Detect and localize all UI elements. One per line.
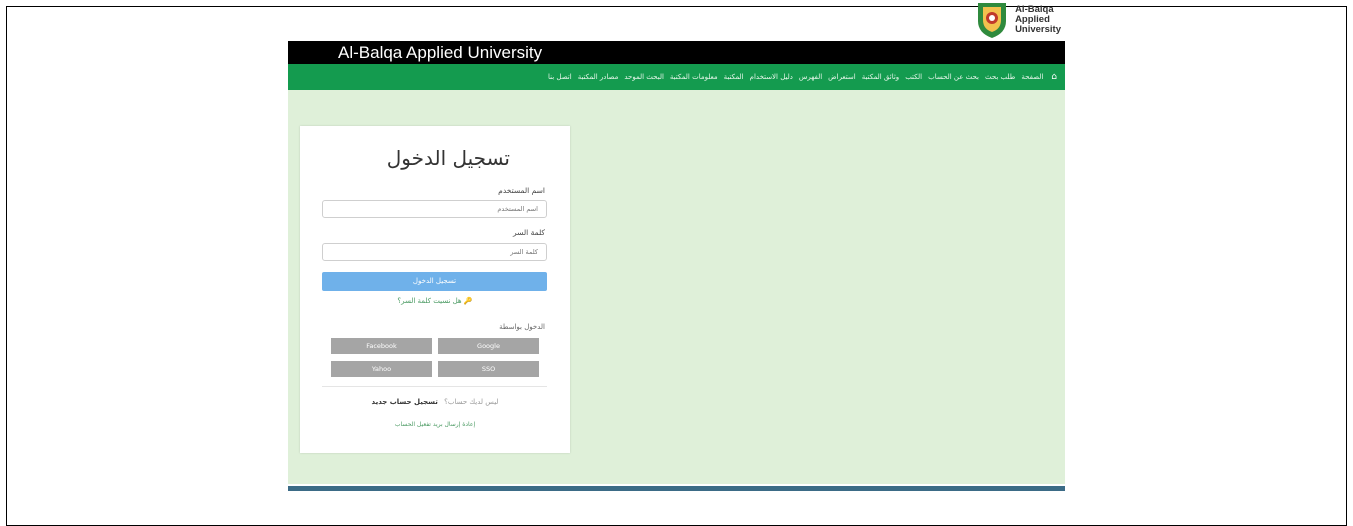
login-button[interactable]: تسجيل الدخول [322,272,547,291]
key-icon: 🔑 [463,297,473,305]
forgot-password-label: هل نسيت كلمة السر؟ [397,297,462,305]
register-link[interactable]: تسجيل حساب جديد [372,398,438,406]
nav-item-3[interactable]: بحث عن الحساب [928,73,979,81]
nav-item-13[interactable]: اتصل بنا [548,73,572,81]
nav-item-2[interactable]: طلب بحث [985,73,1015,81]
nav-item-8[interactable]: دليل الاستخدام [750,73,793,81]
google-label: Google [477,342,500,350]
nav-item-4[interactable]: الكتب [905,73,922,81]
password-input[interactable] [322,243,547,261]
main-navigation: ⌂ الصفحة طلب بحث بحث عن الحساب الكتب وثا… [288,64,1065,90]
nav-item-6[interactable]: استعراض [828,73,856,81]
nav-item-11[interactable]: البحث الموحد [624,73,664,81]
nav-item-7[interactable]: الفهرس [799,73,822,81]
nav-item-12[interactable]: مصادر المكتبة [578,73,619,81]
sso-login-button[interactable]: SSO [438,361,539,377]
forgot-password-link[interactable]: 🔑 هل نسيت كلمة السر؟ [300,297,570,305]
nav-item-1[interactable]: الصفحة [1021,73,1043,81]
password-label: كلمة السر [513,228,545,237]
no-account-text: ليس لديك حساب؟ [444,398,499,406]
nav-item-5[interactable]: وثائق المكتبة [862,73,899,81]
login-via-label: الدخول بواسطة [499,323,545,331]
logo-wordmark: Al-Balqa Applied University [1015,5,1061,35]
facebook-login-button[interactable]: Facebook [331,338,432,354]
username-input[interactable] [322,200,547,218]
sso-label: SSO [481,365,496,373]
nav-item-10[interactable]: معلومات المكتبة [670,73,718,81]
yahoo-login-button[interactable]: Yahoo [331,361,432,377]
logo-line-3: University [1015,24,1061,35]
google-login-button[interactable]: Google [438,338,539,354]
library-page: Al-Balqa Applied University Al-Balqa App… [288,0,1065,517]
content-area: تسجيل الدخول اسم المستخدم كلمة السر تسجي… [288,90,1065,484]
nav-item-9[interactable]: المكتبة [724,73,744,81]
login-card: تسجيل الدخول اسم المستخدم كلمة السر تسجي… [300,126,570,453]
facebook-label: Facebook [366,342,397,350]
username-label: اسم المستخدم [498,186,545,195]
brand-bar: Al-Balqa Applied University [288,41,1065,64]
site-title: Al-Balqa Applied University [338,43,543,62]
home-icon[interactable]: ⌂ [1051,72,1057,82]
university-logo[interactable]: Al-Balqa Applied University [975,0,1061,40]
login-title: تسجيل الدخول [386,146,510,170]
register-prompt: ليس لديك حساب؟ تسجيل حساب جديد [300,398,570,406]
university-emblem-icon [975,1,1009,39]
footer-rule [288,486,1065,491]
divider [322,386,547,387]
resend-activation-link[interactable]: إعادة إرسال بريد تفعيل الحساب [300,421,570,428]
yahoo-label: Yahoo [371,365,392,373]
